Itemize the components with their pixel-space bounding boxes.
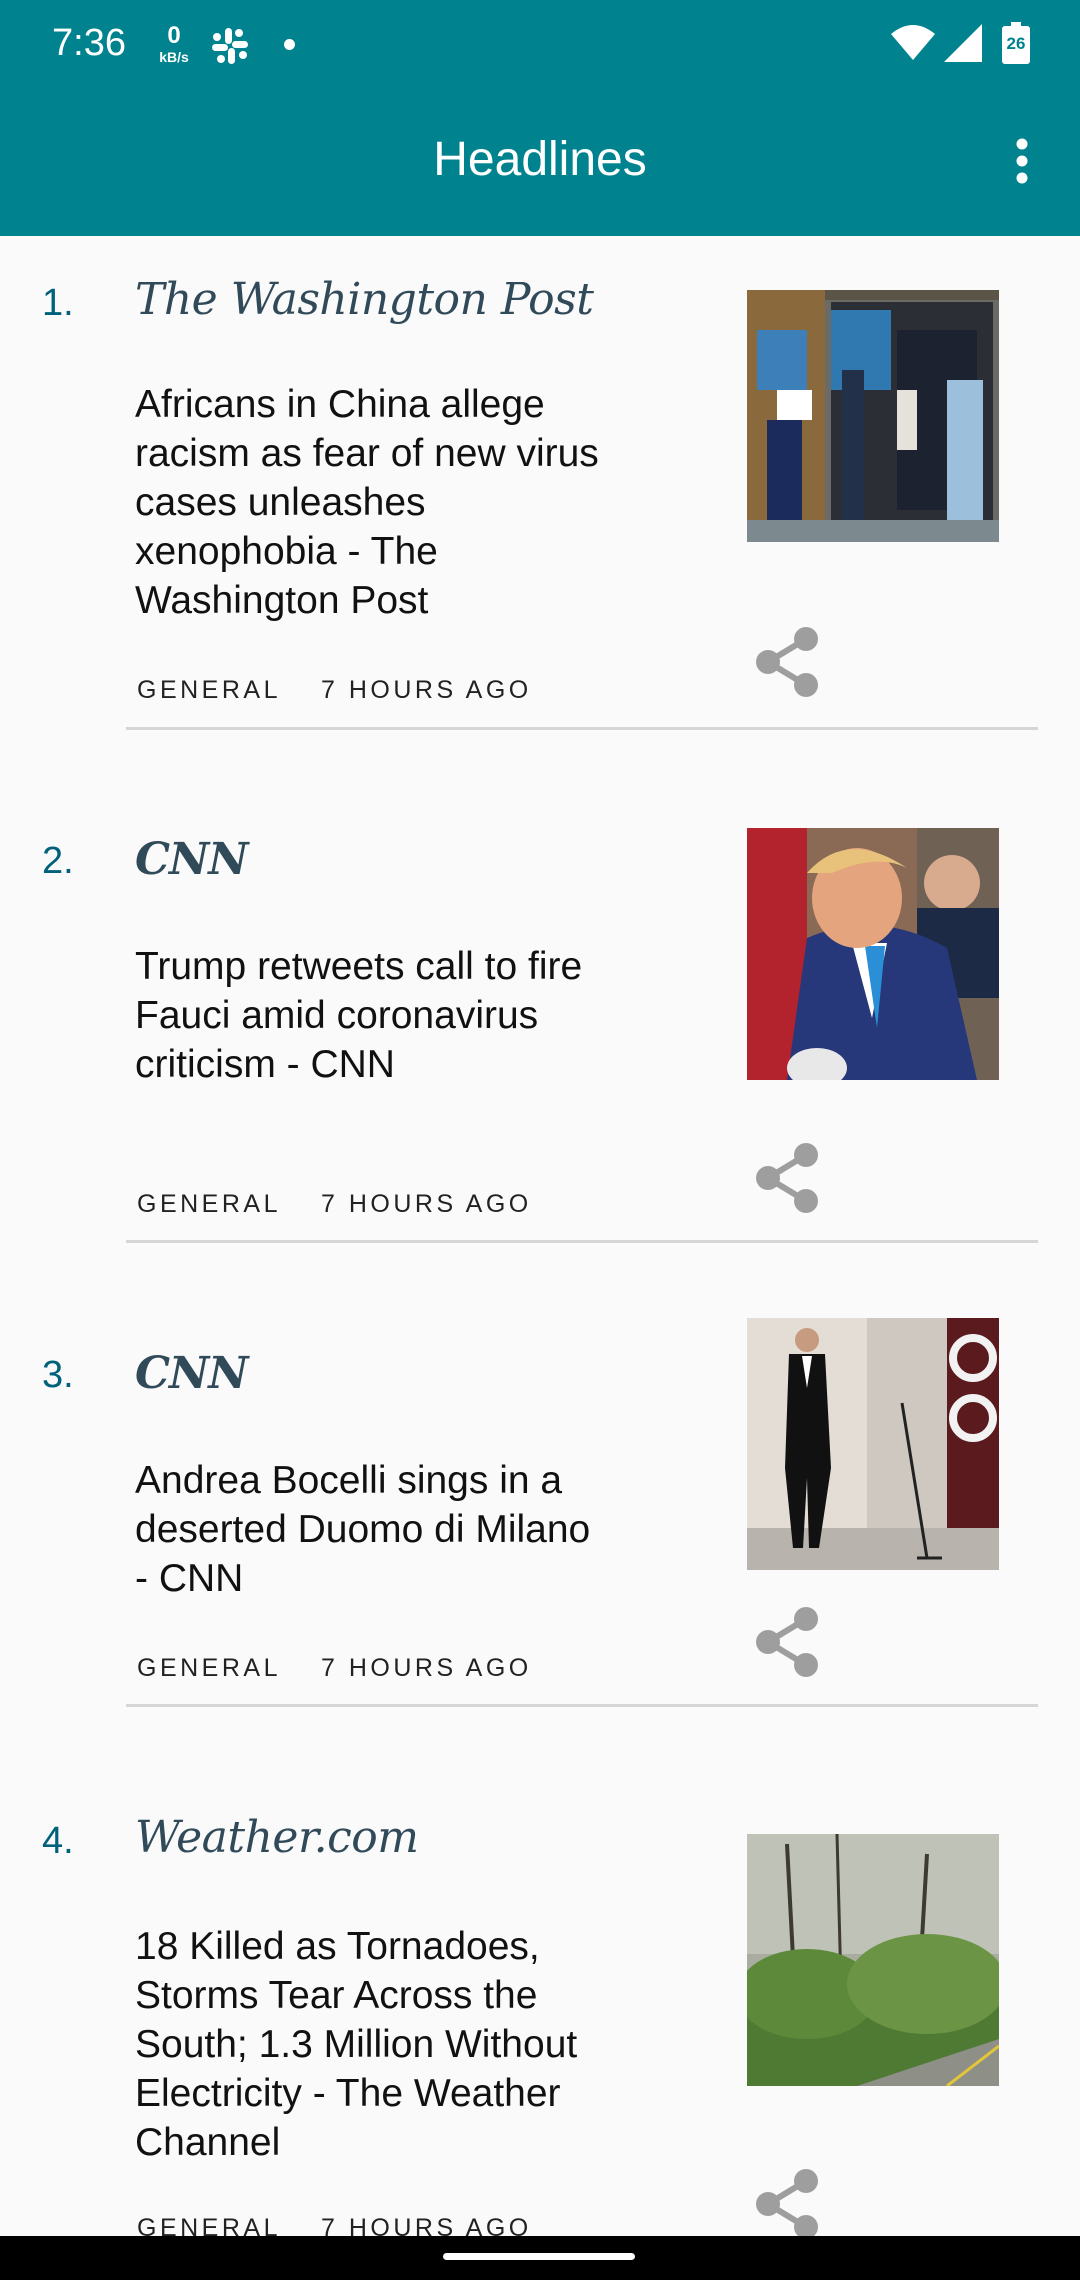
wifi-icon	[891, 25, 935, 60]
article-category: GENERAL	[137, 1654, 281, 1682]
article-card[interactable]: 1. The Washington Post Africans in China…	[0, 236, 1080, 730]
article-source: CNN	[135, 834, 248, 885]
article-meta: GENERAL 7 HOURS AGO	[137, 1190, 532, 1219]
article-number: 1.	[42, 282, 74, 324]
net-speed-unit: kB/s	[159, 49, 189, 65]
article-card[interactable]: 4. Weather.com 18 Killed as Tornadoes, S…	[0, 1708, 1080, 2236]
article-thumbnail[interactable]	[747, 1834, 999, 2086]
article-headline[interactable]: 18 Killed as Tornadoes, Storms Tear Acro…	[135, 1922, 625, 2167]
article-category: GENERAL	[137, 676, 281, 704]
home-gesture-handle[interactable]	[443, 2253, 635, 2260]
article-category: GENERAL	[137, 1190, 281, 1218]
net-speed: 0 kB/s	[154, 22, 194, 65]
slack-icon	[212, 28, 248, 64]
article-source: CNN	[135, 1348, 248, 1399]
article-headline[interactable]: Andrea Bocelli sings in a deserted Duomo…	[135, 1456, 605, 1603]
article-source: Weather.com	[135, 1812, 419, 1863]
net-speed-value: 0	[167, 22, 181, 49]
divider	[126, 1704, 1038, 1707]
article-time: 7 HOURS AGO	[320, 1654, 532, 1682]
share-icon[interactable]	[754, 1606, 820, 1678]
article-meta: GENERAL 7 HOURS AGO	[137, 2214, 532, 2236]
article-category: GENERAL	[137, 2214, 281, 2236]
cell-signal-icon	[944, 24, 982, 62]
battery-level: 26	[1006, 34, 1026, 53]
article-headline[interactable]: Africans in China allege racism as fear …	[135, 380, 615, 625]
share-icon[interactable]	[754, 2168, 820, 2236]
article-time: 7 HOURS AGO	[320, 2214, 532, 2236]
share-icon[interactable]	[754, 1142, 820, 1214]
status-time: 7:36	[52, 22, 126, 64]
status-bar: 7:36 0 kB/s 26	[0, 0, 1080, 90]
article-card[interactable]: 3. CNN Andrea Bocelli sings in a deserte…	[0, 1244, 1080, 1708]
article-thumbnail[interactable]	[747, 290, 999, 542]
article-number: 4.	[42, 1820, 74, 1862]
page-title: Headlines	[433, 133, 647, 186]
article-number: 3.	[42, 1354, 74, 1396]
article-meta: GENERAL 7 HOURS AGO	[137, 1654, 532, 1683]
notification-dot-icon	[284, 39, 295, 50]
article-number: 2.	[42, 840, 74, 882]
share-icon[interactable]	[754, 626, 820, 698]
article-thumbnail[interactable]	[747, 828, 999, 1080]
article-meta: GENERAL 7 HOURS AGO	[137, 676, 532, 705]
article-headline[interactable]: Trump retweets call to fire Fauci amid c…	[135, 942, 595, 1089]
article-card[interactable]: 2. CNN Trump retweets call to fire Fauci…	[0, 730, 1080, 1244]
more-vert-icon[interactable]	[1004, 136, 1040, 186]
divider	[126, 1240, 1038, 1243]
article-source: The Washington Post	[135, 274, 594, 325]
app-bar: 7:36 0 kB/s 26 Headlines	[0, 0, 1080, 236]
article-thumbnail[interactable]	[747, 1318, 999, 1570]
article-time: 7 HOURS AGO	[320, 1190, 532, 1218]
article-time: 7 HOURS AGO	[320, 676, 532, 704]
